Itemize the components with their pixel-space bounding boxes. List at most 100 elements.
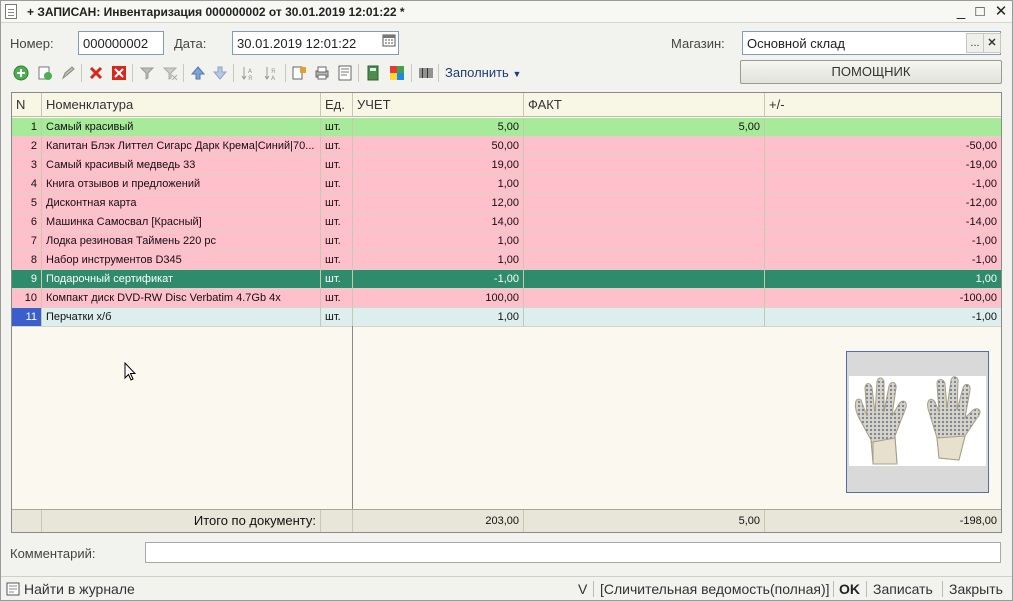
cell-fact[interactable]: 5,00 [524,118,765,137]
clear-table-icon[interactable] [111,65,127,81]
cell-n[interactable]: 9 [12,270,42,289]
find-in-journal-button[interactable]: Найти в журнале [24,581,135,597]
cell-n[interactable]: 11 [12,308,42,327]
cell-unit[interactable]: шт. [321,118,353,137]
cell-n[interactable]: 1 [12,118,42,137]
column-header-n[interactable]: N [12,93,42,117]
store-clear-button[interactable]: ✕ [983,33,1001,53]
document-properties-icon[interactable] [337,65,353,81]
sort-ascending-icon[interactable]: AЯ [240,65,256,82]
minimize-button[interactable]: _ [951,2,971,22]
print-icon[interactable] [314,65,330,81]
add-row-icon[interactable] [13,65,29,81]
cell-unit[interactable]: шт. [321,194,353,213]
date-field[interactable]: 30.01.2019 12:01:22 [232,31,399,55]
table-row[interactable]: 4 Книга отзывов и предложений шт. 1,00 -1,00 [12,175,1001,194]
cell-name[interactable]: Лодка резиновая Таймень 220 рс [42,232,321,251]
delete-row-icon[interactable] [88,65,104,81]
table-row[interactable]: 11 Перчатки х/б шт. 1,00 -1,00 [12,308,1001,327]
save-button[interactable]: Записать [873,581,933,597]
cell-n[interactable]: 7 [12,232,42,251]
move-up-icon[interactable] [190,65,206,81]
cell-unit[interactable]: шт. [321,251,353,270]
cell-unit[interactable]: шт. [321,289,353,308]
cell-fact[interactable] [524,175,765,194]
cell-diff[interactable]: 1,00 [765,270,1001,289]
document-select-icon[interactable] [291,65,307,81]
cell-account[interactable]: 1,00 [353,232,524,251]
cell-unit[interactable]: шт. [321,137,353,156]
cell-name[interactable]: Книга отзывов и предложений [42,175,321,194]
report-button[interactable]: [Сличительная ведомость(полная)] [600,581,830,597]
ok-button[interactable]: OK [839,581,860,597]
cell-account[interactable]: 12,00 [353,194,524,213]
column-header-account[interactable]: УЧЕТ [353,93,524,117]
cell-unit[interactable]: шт. [321,175,353,194]
close-form-button[interactable]: Закрыть [949,581,1003,597]
table-row[interactable]: 10 Компакт диск DVD-RW Disc Verbatim 4.7G… [12,289,1001,308]
store-field[interactable]: Основной склад [742,31,1001,55]
cell-name[interactable]: Самый красивый медведь 33 [42,156,321,175]
cell-fact[interactable] [524,156,765,175]
fill-menu-button[interactable]: Заполнить ▼ [445,65,521,80]
cell-fact[interactable] [524,251,765,270]
cell-diff[interactable]: -14,00 [765,213,1001,232]
table-row[interactable]: 6 Машинка Самосвал [Красный] шт. 14,00 -14,0… [12,213,1001,232]
cell-name[interactable]: Самый красивый [42,118,321,137]
column-header-fact[interactable]: ФАКТ [524,93,765,117]
cell-fact[interactable] [524,137,765,156]
edit-row-icon[interactable] [60,65,76,81]
sort-descending-icon[interactable]: ЯA [263,65,279,82]
cell-diff[interactable]: -1,00 [765,232,1001,251]
cell-n[interactable]: 6 [12,213,42,232]
cell-fact[interactable] [524,194,765,213]
cell-fact[interactable] [524,270,765,289]
column-header-unit[interactable]: Ед. [321,93,353,117]
cell-diff[interactable]: -1,00 [765,308,1001,327]
cell-n[interactable]: 3 [12,156,42,175]
cell-name[interactable]: Машинка Самосвал [Красный] [42,213,321,232]
color-palette-icon[interactable] [389,65,405,81]
table-row[interactable]: 9 Подарочный сертификат шт. -1,00 1,00 [12,270,1001,289]
cell-name[interactable]: Подарочный сертификат [42,270,321,289]
cell-name[interactable]: Дисконтная карта [42,194,321,213]
cell-account[interactable]: 19,00 [353,156,524,175]
cell-account[interactable]: 50,00 [353,137,524,156]
cell-account[interactable]: 1,00 [353,175,524,194]
cell-account[interactable]: 1,00 [353,308,524,327]
cell-name[interactable]: Набор инструментов D345 [42,251,321,270]
v-button[interactable]: V [578,581,587,597]
comment-input[interactable] [145,542,1001,563]
cell-name[interactable]: Компакт диск DVD-RW Disc Verbatim 4.7Gb … [42,289,321,308]
column-header-diff[interactable]: +/- [765,93,1001,117]
table-row[interactable]: 7 Лодка резиновая Таймень 220 рс шт. 1,00 -1… [12,232,1001,251]
cell-diff[interactable]: -12,00 [765,194,1001,213]
helper-button[interactable]: ПОМОЩНИК [740,60,1002,84]
barcode-icon[interactable] [418,65,434,81]
cell-name[interactable]: Перчатки х/б [42,308,321,327]
cell-unit[interactable]: шт. [321,232,353,251]
cell-diff[interactable]: -50,00 [765,137,1001,156]
cell-account[interactable]: 5,00 [353,118,524,137]
cell-name[interactable]: Капитан Блэк Литтел Сигарс Дарк Крема|Си… [42,137,321,156]
cell-unit[interactable]: шт. [321,270,353,289]
cell-unit[interactable]: шт. [321,156,353,175]
cell-n[interactable]: 2 [12,137,42,156]
calendar-icon[interactable] [380,33,398,53]
filter-icon[interactable] [139,65,155,81]
close-button[interactable]: ✕ [991,2,1011,22]
table-row[interactable]: 1 Самый красивый шт. 5,00 5,00 [12,118,1001,137]
cell-n[interactable]: 10 [12,289,42,308]
cell-diff[interactable]: -1,00 [765,175,1001,194]
table-row[interactable]: 8 Набор инструментов D345 шт. 1,00 -1,00 [12,251,1001,270]
cell-diff[interactable] [765,118,1001,137]
cell-account[interactable]: 14,00 [353,213,524,232]
cell-n[interactable]: 8 [12,251,42,270]
table-row[interactable]: 5 Дисконтная карта шт. 12,00 -12,00 [12,194,1001,213]
cell-unit[interactable]: шт. [321,308,353,327]
cell-n[interactable]: 4 [12,175,42,194]
store-select-button[interactable]: ... [966,33,984,53]
cell-unit[interactable]: шт. [321,213,353,232]
cell-fact[interactable] [524,232,765,251]
number-field[interactable]: 000000002 [78,31,164,55]
